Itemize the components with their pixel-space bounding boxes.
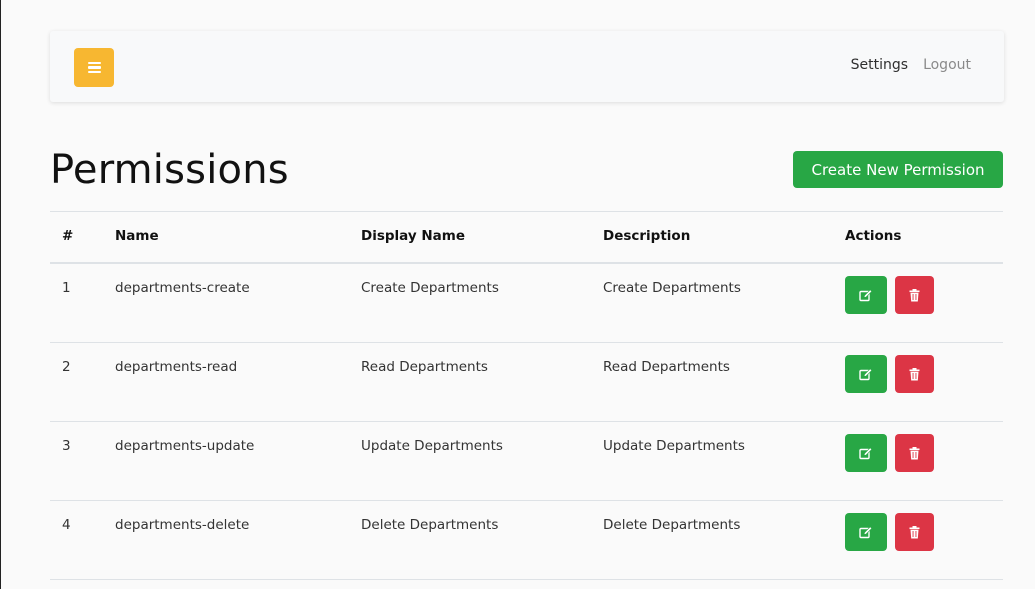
edit-button[interactable]	[845, 355, 887, 393]
edit-icon	[859, 367, 873, 381]
menu-toggle-button[interactable]	[74, 48, 114, 87]
table-row: 3 departments-update Update Departments …	[50, 422, 1003, 501]
row-actions	[845, 355, 934, 393]
create-permission-button[interactable]: Create New Permission	[793, 151, 1003, 188]
hamburger-icon	[87, 61, 101, 74]
header-description: Description	[603, 228, 691, 244]
table-header: # Name Display Name Description Actions	[50, 211, 1003, 264]
row-number: 2	[62, 359, 71, 375]
row-number: 4	[62, 517, 71, 533]
trash-icon	[909, 288, 920, 302]
row-name: departments-read	[115, 359, 238, 375]
header-name: Name	[115, 228, 159, 244]
trash-icon	[909, 446, 920, 460]
row-description: Create Departments	[603, 280, 741, 296]
delete-button[interactable]	[895, 513, 934, 551]
trash-icon	[909, 525, 920, 539]
row-actions	[845, 434, 934, 472]
row-display-name: Update Departments	[361, 438, 503, 454]
table-row: 2 departments-read Read Departments Read…	[50, 343, 1003, 422]
edit-button[interactable]	[845, 513, 887, 551]
delete-button[interactable]	[895, 355, 934, 393]
row-display-name: Delete Departments	[361, 517, 499, 533]
header-number: #	[62, 228, 74, 244]
edit-icon	[859, 446, 873, 460]
trash-icon	[909, 367, 920, 381]
edit-button[interactable]	[845, 276, 887, 314]
table-row: 4 departments-delete Delete Departments …	[50, 501, 1003, 580]
row-name: departments-delete	[115, 517, 250, 533]
row-number: 3	[62, 438, 71, 454]
delete-button[interactable]	[895, 434, 934, 472]
row-description: Update Departments	[603, 438, 745, 454]
delete-button[interactable]	[895, 276, 934, 314]
row-description: Delete Departments	[603, 517, 741, 533]
row-actions	[845, 276, 934, 314]
row-display-name: Create Departments	[361, 280, 499, 296]
row-description: Read Departments	[603, 359, 730, 375]
table-row: 1 departments-create Create Departments …	[50, 264, 1003, 343]
edit-icon	[859, 525, 873, 539]
page: Settings Logout Permissions Create New P…	[0, 0, 1035, 589]
edit-button[interactable]	[845, 434, 887, 472]
row-display-name: Read Departments	[361, 359, 488, 375]
row-name: departments-update	[115, 438, 255, 454]
nav-links: Settings Logout	[851, 57, 971, 73]
page-title: Permissions	[50, 147, 289, 193]
settings-link[interactable]: Settings	[851, 57, 908, 73]
header-actions: Actions	[845, 228, 902, 244]
permissions-table: # Name Display Name Description Actions …	[50, 211, 1003, 580]
row-actions	[845, 513, 934, 551]
row-number: 1	[62, 280, 71, 296]
edit-icon	[859, 288, 873, 302]
header-display-name: Display Name	[361, 228, 465, 244]
logout-link[interactable]: Logout	[923, 57, 971, 73]
table-body: 1 departments-create Create Departments …	[50, 264, 1003, 580]
navbar: Settings Logout	[50, 31, 1004, 102]
row-name: departments-create	[115, 280, 250, 296]
